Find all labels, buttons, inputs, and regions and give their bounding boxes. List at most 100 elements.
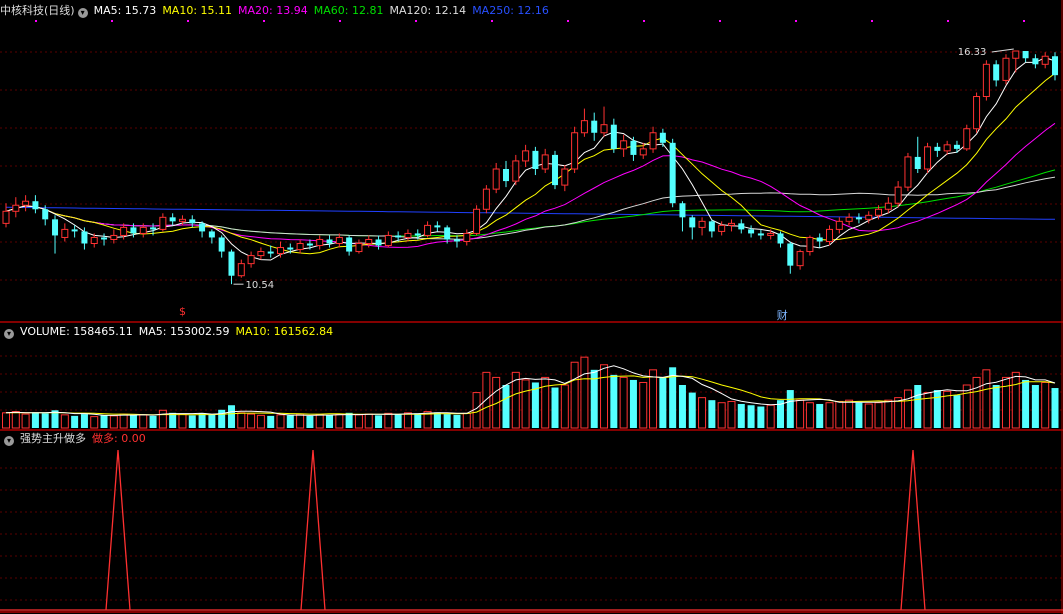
volume-bar [31,412,39,428]
candle-body [110,234,118,240]
candle-body [22,200,30,206]
indicator-name: 强势主升做多 [20,432,86,445]
volume-bar [2,412,10,429]
volume-bar [992,385,1000,428]
volume-bar [884,399,893,429]
candle-body [120,226,128,236]
volume-bar [129,415,137,428]
volume-bar [326,415,334,428]
candle-body [767,232,775,236]
candle-body [826,228,834,242]
volume-bar [610,374,618,428]
volume-bar [914,385,922,428]
ma10-label: MA10: 15.11 [162,4,233,17]
candle-body [208,231,215,238]
signal-name: 做多 [92,432,114,445]
candle-body [81,231,88,244]
candle-body [90,236,98,244]
volume-bar [80,414,88,428]
marker-dot [263,20,265,22]
event-marker-s: $ [179,305,186,318]
volume-bar [41,413,49,428]
candle-body [727,222,735,226]
candle-body [757,233,764,236]
ma5-label: MA5: 15.73 [93,4,157,17]
volume-bar [541,376,550,429]
candle-body [669,142,676,204]
candle-body [237,263,245,277]
marker-dot [35,20,37,22]
volume-bar [286,415,294,428]
candle-body [150,227,157,230]
candle-body [139,226,147,234]
candle-body [532,150,539,169]
candle-body [591,120,598,133]
marker-dot [719,20,721,22]
volume-bar [962,384,971,429]
candle-body [130,227,137,234]
candle-body [71,229,78,232]
volume-bar [90,416,99,429]
volume-bar [188,415,196,428]
chevron-down-icon[interactable]: ▾ [4,329,14,339]
candle-body [492,168,500,190]
volume-bar [472,392,481,429]
volume-bar [619,376,628,429]
volume-bar [364,413,373,429]
event-marker-cai: 财 [777,308,788,322]
candle-body [1032,58,1039,65]
volume-bar [717,402,726,429]
candle-body [12,204,20,212]
candle-body [748,229,755,234]
volume-bar [864,403,873,429]
volume-bar [894,397,903,429]
volume-bar [678,385,686,428]
chevron-down-icon[interactable]: ▾ [77,8,88,18]
ma120-label: MA120: 12.14 [389,4,467,17]
volume-bar [247,413,256,429]
candle-body [326,239,333,244]
candle-body [718,224,726,232]
candle-body [865,214,873,220]
candle-body [189,219,196,224]
signal-value: : 0.00 [114,432,146,445]
candle-body [943,144,951,152]
candle-body [365,238,373,245]
volume-bar [747,405,755,428]
candle-body [61,228,69,238]
candle-body [218,237,225,252]
volume-bar [227,405,235,428]
candle-body [199,223,206,232]
volume-bar [629,379,637,428]
candle-body [1012,50,1020,59]
candle-body [512,160,520,182]
candle-body [228,251,235,276]
candle-body [1002,57,1010,81]
candle-body [414,233,421,236]
stock-name: 中核科技(日线) [0,4,75,17]
candle-body [796,251,804,267]
volume-bar [462,412,471,429]
chevron-down-icon[interactable]: ▾ [4,436,14,446]
volume-bar [766,404,775,429]
marker-dot [567,20,569,22]
candle-body [395,235,402,238]
volume-bar [267,415,275,428]
volume-bar [208,414,216,428]
candle-body [904,156,912,188]
volume-bar [218,409,226,428]
volume-ma10-label: MA10: 161562.84 [235,325,334,338]
candle-body [659,132,666,143]
volume-bar [384,412,393,429]
volume-bar [855,402,863,428]
volume-bar [394,414,402,428]
candle-body [875,208,883,216]
candle-body [522,150,530,162]
candle-body [982,63,990,98]
candle-body [973,96,981,130]
candle-body [679,203,686,218]
candle-body [306,243,313,246]
candle-body [404,232,412,238]
volume-bar [649,369,658,429]
volume-bar [276,414,285,429]
